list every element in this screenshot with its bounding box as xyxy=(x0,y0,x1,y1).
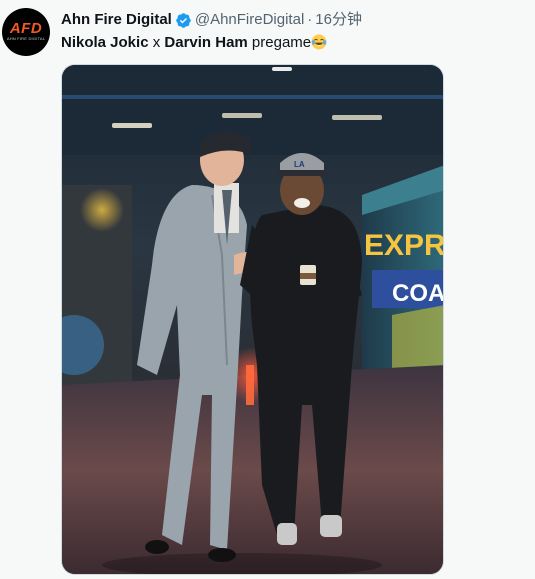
timestamp[interactable]: 16分钟 xyxy=(315,11,362,29)
tweet-text: Nikola Jokic x Darvin Ham pregame xyxy=(61,33,327,52)
verified-badge-icon[interactable] xyxy=(175,12,192,29)
bus-text-coach: COACH xyxy=(392,280,444,307)
cap-logo: LA xyxy=(294,160,305,169)
author-handle[interactable]: @AhnFireDigital xyxy=(195,11,304,29)
mention-name-2: Darvin Ham xyxy=(164,34,248,51)
avatar[interactable]: AFD AHN FIRE DIGITAL xyxy=(2,8,50,56)
tweet-photo[interactable]: EXPRE COACH xyxy=(61,64,444,575)
author-name[interactable]: Ahn Fire Digital xyxy=(61,11,172,29)
separator-dot: · xyxy=(307,11,313,28)
mention-name-1: Nikola Jokic xyxy=(61,34,149,51)
tweet-text-mid: x xyxy=(148,34,165,51)
photo-scene: EXPRE COACH xyxy=(62,65,444,574)
tweet-text-tail: pregame xyxy=(247,34,312,51)
avatar-logo-sub: AHN FIRE DIGITAL xyxy=(6,36,46,41)
laughing-tears-emoji-icon xyxy=(311,34,327,50)
tweet-header: Ahn Fire Digital @AhnFireDigital · 16分钟 xyxy=(61,11,362,29)
avatar-logo: AFD xyxy=(9,20,43,37)
bus-text-express: EXPRE xyxy=(364,229,444,262)
tweet[interactable]: AFD AHN FIRE DIGITAL Ahn Fire Digital @A… xyxy=(0,0,535,579)
